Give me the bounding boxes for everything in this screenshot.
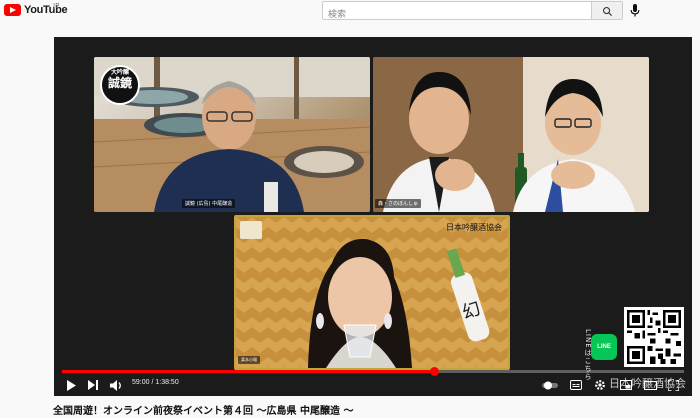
volume-button[interactable] xyxy=(110,378,123,392)
play-button[interactable] xyxy=(66,378,76,392)
progress-bar[interactable] xyxy=(62,367,684,376)
captions-icon xyxy=(570,380,582,390)
fullscreen-button[interactable] xyxy=(668,378,679,392)
host-badge xyxy=(240,221,262,239)
brewery-logo-main: 誠鏡 xyxy=(107,76,132,90)
play-icon xyxy=(67,379,76,391)
next-icon xyxy=(88,380,98,390)
speaker-tile-guests: 森・さのぼんしゅ xyxy=(373,57,649,212)
speaker-tile-brewery: 大吟醸 誠鏡 誠鏡 (広島) 中尾醸造 xyxy=(94,57,370,212)
search-box[interactable] xyxy=(322,1,592,24)
search-input[interactable] xyxy=(323,6,591,24)
microphone-icon[interactable] xyxy=(630,4,640,17)
video-title: 全国周遊！オンライン前夜祭イベント第４回 〜広島県 中尾醸造 〜 xyxy=(53,406,354,417)
host-brand: 日本吟醸酒協会 xyxy=(446,223,502,232)
progress-scrubber[interactable] xyxy=(429,367,439,376)
search-icon xyxy=(603,7,613,17)
miniplayer-button[interactable] xyxy=(620,378,632,392)
theater-mode-icon xyxy=(644,380,657,390)
gear-icon xyxy=(595,380,605,390)
time-display: 59:00 / 1:38:50 xyxy=(132,379,179,386)
fullscreen-icon xyxy=(668,379,679,391)
line-app-icon[interactable]: LINE xyxy=(591,334,617,360)
miniplayer-icon xyxy=(620,380,632,390)
captions-button[interactable] xyxy=(570,378,582,392)
volume-icon xyxy=(110,379,121,391)
qr-code-icon xyxy=(627,310,681,364)
speaker-name-tag: 誠鏡 (広島) 中尾醸造 xyxy=(182,199,236,208)
country-code: JP xyxy=(53,2,60,10)
masthead: YouTube JP xyxy=(0,0,700,24)
theater-button[interactable] xyxy=(644,378,657,392)
next-button[interactable] xyxy=(88,378,99,392)
youtube-logo-text: YouTube xyxy=(24,4,68,16)
progress-played xyxy=(62,370,434,373)
qr-code[interactable] xyxy=(624,307,684,367)
brewery-logo: 大吟醸 誠鏡 xyxy=(100,65,140,105)
autoplay-toggle-icon xyxy=(542,381,558,389)
line-badge-text: LINE xyxy=(597,344,611,350)
host-scene: 幻 xyxy=(236,217,508,368)
autoplay-toggle[interactable] xyxy=(542,378,560,392)
settings-button[interactable] xyxy=(594,378,606,392)
host-name-tag: 栗本小瑠 xyxy=(238,356,260,364)
guests-name-tag: 森・さのぼんしゅ xyxy=(375,199,422,208)
search-button[interactable] xyxy=(591,1,623,20)
youtube-logo-icon xyxy=(4,4,21,16)
guests-scene xyxy=(373,57,649,212)
speaker-tile-host: 幻 日本吟醸酒協会 栗本小瑠 xyxy=(234,215,510,370)
video-player[interactable]: 大吟醸 誠鏡 誠鏡 (広島) 中尾醸造 森・さのぼんしゅ 幻 日本吟醸酒協会 栗… xyxy=(54,37,692,396)
